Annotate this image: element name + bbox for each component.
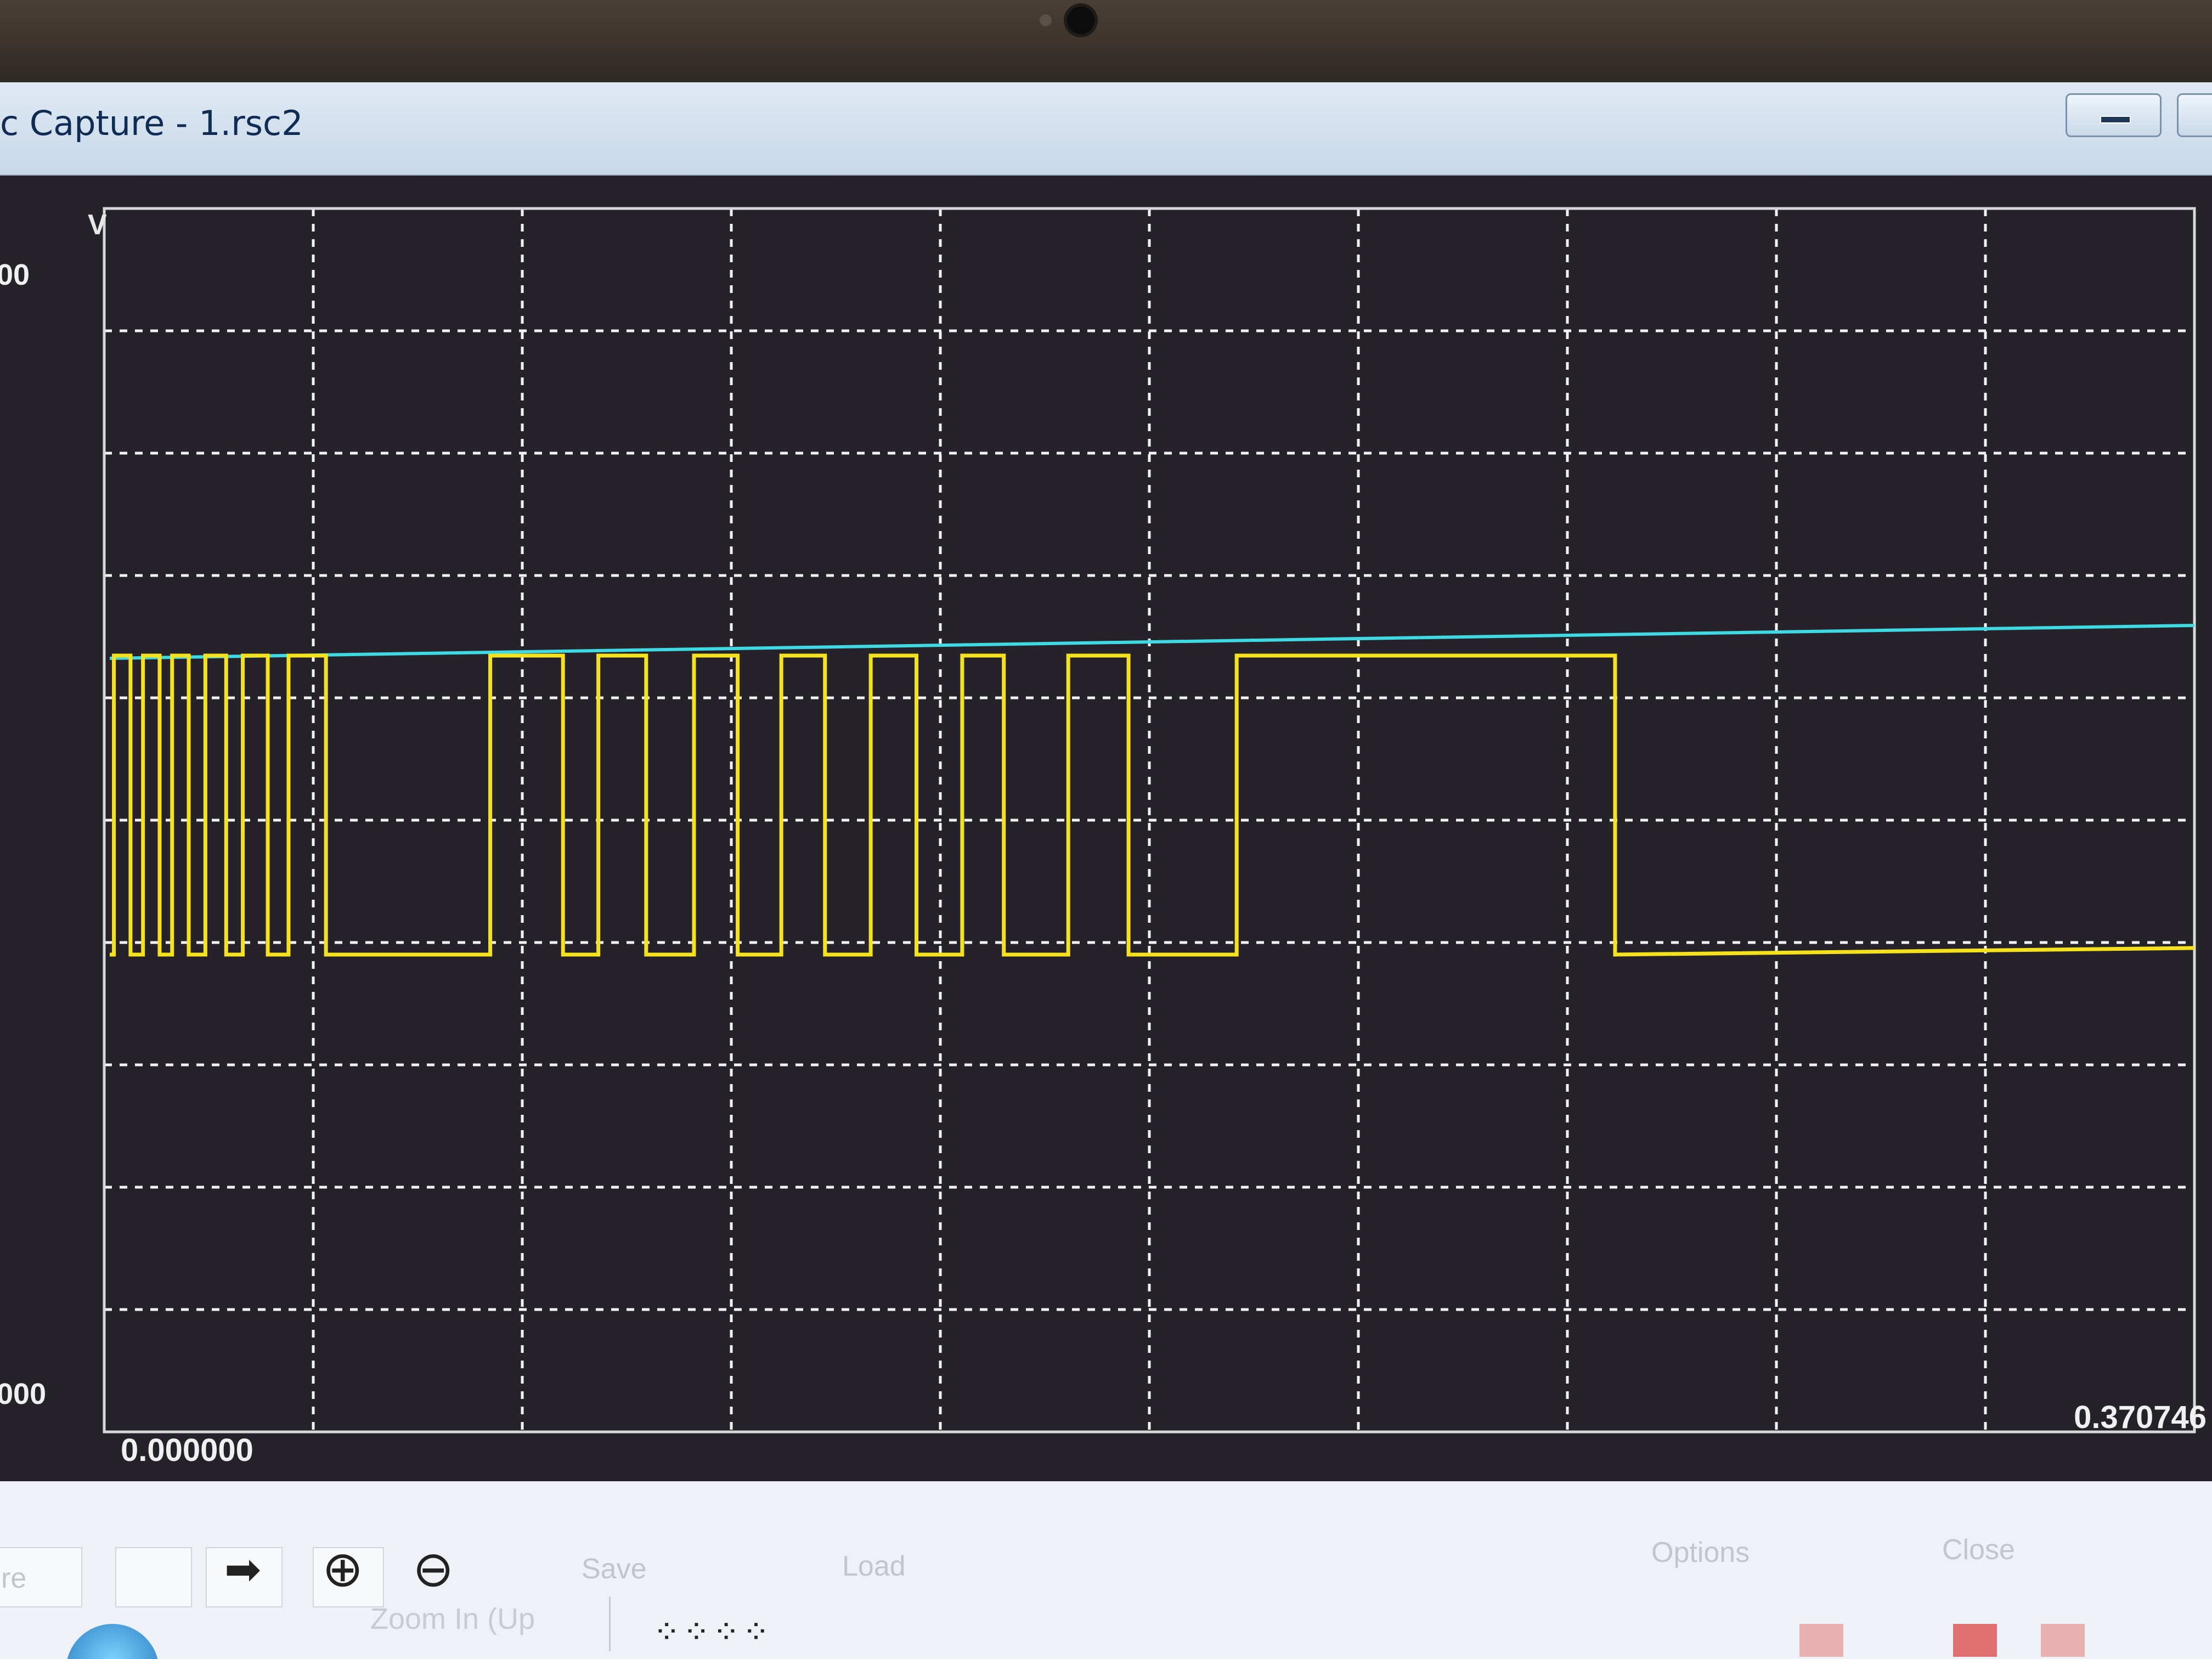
status-tooltip: Zoom In (Up	[370, 1602, 535, 1635]
arrow-right-icon: ➡	[224, 1545, 262, 1594]
signal-trace	[110, 653, 2195, 957]
trigger-level-line	[109, 624, 2195, 660]
scope-display: V 00 000 0.000000 0.370746	[0, 176, 2212, 1481]
x-end-label: 0.370746	[2074, 1400, 2207, 1435]
options-button[interactable]: Options	[1651, 1536, 1750, 1569]
y-axis-unit: V	[88, 209, 107, 241]
waveform-plot	[103, 207, 2196, 1434]
zoom-out-icon: ⊖	[413, 1542, 454, 1597]
title-bar[interactable]: c Capture - 1.rsc2	[0, 82, 2212, 176]
tray-icon-2[interactable]	[2041, 1624, 2085, 1657]
y-max-label: 00	[0, 258, 30, 291]
next-button[interactable]: ➡	[206, 1545, 283, 1607]
close-button[interactable]: Close	[1942, 1533, 2015, 1566]
load-button[interactable]: Load	[842, 1550, 906, 1583]
x-start-label: 0.000000	[121, 1432, 253, 1468]
minimize-button[interactable]	[2066, 93, 2162, 137]
plot-grid	[104, 208, 2194, 1432]
left-partial-button[interactable]: re	[0, 1547, 82, 1607]
tray-icon-1[interactable]	[1799, 1624, 1843, 1657]
window-title: c Capture - 1.rsc2	[0, 103, 303, 143]
webcam	[1067, 7, 1094, 34]
camera-sensor	[1040, 14, 1052, 26]
left-partial-label: re	[1, 1562, 27, 1594]
zoom-in-icon: ⊕	[322, 1542, 364, 1597]
monitor-bezel	[0, 0, 2212, 82]
blank-button[interactable]	[115, 1547, 192, 1607]
maximize-button[interactable]	[2177, 93, 2212, 137]
save-button[interactable]: Save	[582, 1553, 647, 1585]
tray-close-icon[interactable]	[1953, 1624, 1997, 1657]
zoom-out-button[interactable]: ⊖	[400, 1542, 472, 1607]
minimize-icon	[2100, 116, 2131, 123]
y-min-label: 000	[0, 1378, 47, 1410]
bottom-toolbar: re ➡ ⊕ ⊖ Save Load Options Close Zoom In…	[0, 1481, 2212, 1659]
capture-window: c Capture - 1.rsc2 V 00 000 0.000000 0.3…	[0, 82, 2212, 1659]
zoom-in-button[interactable]: ⊕	[313, 1542, 384, 1607]
grid-pattern-icon: ⁘⁘⁘⁘	[653, 1613, 772, 1650]
